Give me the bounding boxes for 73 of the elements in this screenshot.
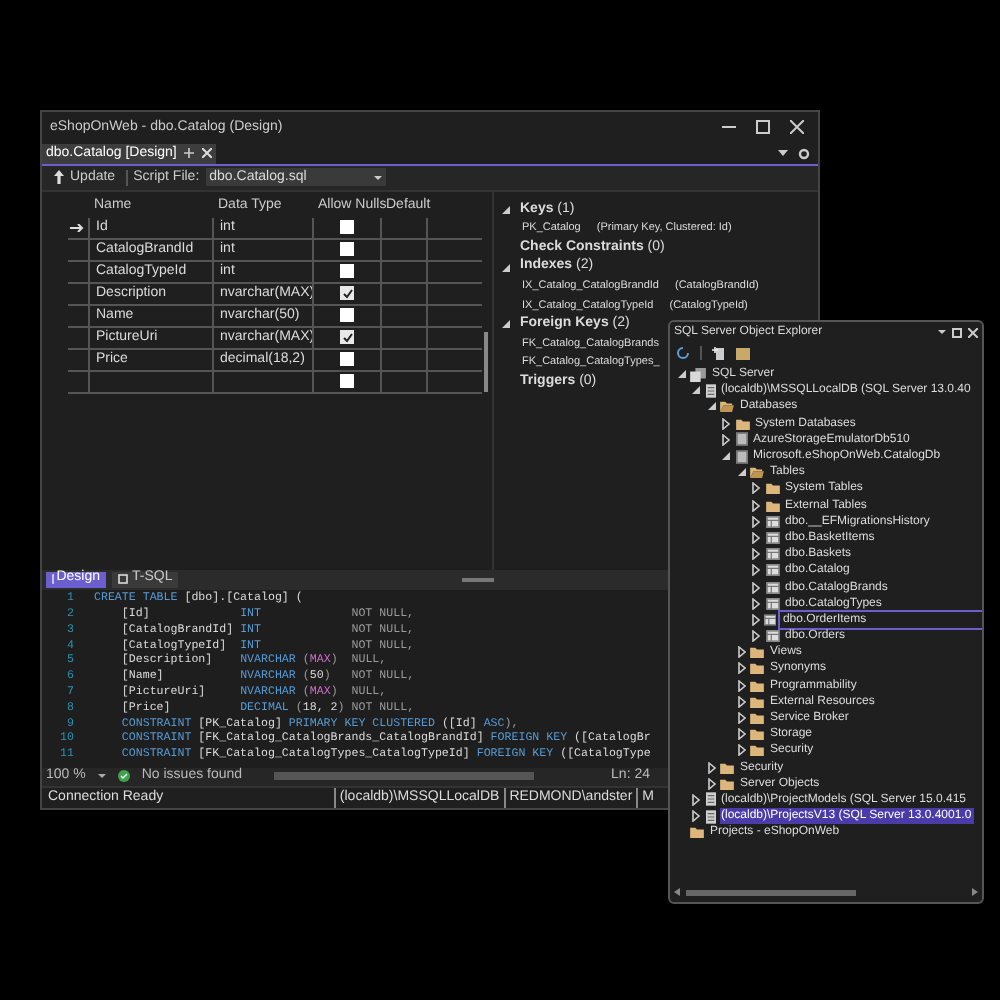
table-icon xyxy=(765,531,779,544)
maximize-icon[interactable] xyxy=(756,120,770,135)
checkbox[interactable] xyxy=(340,374,354,389)
expand-arrow-icon[interactable] xyxy=(737,662,745,675)
expand-arrow-icon[interactable] xyxy=(737,695,745,708)
scroll-right-icon[interactable] xyxy=(972,888,978,896)
expand-arrow-icon[interactable] xyxy=(737,712,745,725)
expand-arrow-icon[interactable] xyxy=(707,761,715,774)
expand-arrow-icon[interactable] xyxy=(752,482,760,495)
table-icon xyxy=(765,630,779,643)
table-icon xyxy=(765,581,779,594)
collapse-arrow-icon[interactable] xyxy=(502,205,510,214)
caret-icon[interactable] xyxy=(938,330,946,334)
close-icon[interactable] xyxy=(968,327,978,337)
expand-arrow-icon[interactable] xyxy=(752,597,760,610)
folder-icon xyxy=(690,826,704,839)
arrow-up-icon xyxy=(54,170,64,185)
caret-icon xyxy=(373,175,382,180)
checkbox[interactable] xyxy=(340,308,354,323)
horizontal-scrollbar[interactable] xyxy=(274,772,535,780)
table-icon xyxy=(765,564,779,577)
expand-arrow-icon[interactable] xyxy=(737,646,745,659)
scrollbar-thumb[interactable] xyxy=(484,331,488,392)
expand-arrow-icon[interactable] xyxy=(751,613,760,626)
checkbox[interactable] xyxy=(340,352,354,367)
folder-icon xyxy=(750,466,764,479)
expand-arrow-icon[interactable] xyxy=(752,499,760,512)
expand-arrow-icon[interactable] xyxy=(737,728,745,741)
expand-arrow-icon[interactable] xyxy=(752,581,760,594)
checkbox[interactable] xyxy=(340,264,354,279)
close-icon[interactable] xyxy=(202,148,213,159)
expand-arrow-icon[interactable] xyxy=(722,433,730,446)
expand-arrow-icon[interactable] xyxy=(737,679,745,692)
expand-arrow-icon[interactable] xyxy=(752,630,760,643)
expand-arrow-icon[interactable] xyxy=(722,417,730,430)
collapse-arrow-icon[interactable] xyxy=(502,320,510,329)
folder-icon xyxy=(720,400,734,413)
caret-icon[interactable] xyxy=(778,150,788,157)
collapse-arrow-icon[interactable] xyxy=(722,452,730,461)
expand-arrow-icon[interactable] xyxy=(752,515,760,528)
expand-arrow-icon[interactable] xyxy=(737,744,745,757)
expand-arrow-icon[interactable] xyxy=(752,531,760,544)
scroll-left-icon[interactable] xyxy=(674,888,680,896)
checkbox[interactable] xyxy=(340,286,354,301)
collapse-arrow-icon[interactable] xyxy=(677,370,685,379)
add-server-icon[interactable] xyxy=(712,346,726,360)
expand-arrow-icon[interactable] xyxy=(752,564,760,577)
checkbox[interactable] xyxy=(340,242,354,257)
pin-icon[interactable] xyxy=(184,148,195,159)
collapse-arrow-icon[interactable] xyxy=(737,468,745,477)
table-icon xyxy=(765,548,779,561)
horizontal-scrollbar[interactable] xyxy=(686,889,856,895)
collapse-arrow-icon[interactable] xyxy=(707,402,715,411)
folder-icon xyxy=(735,417,749,430)
database-icon[interactable] xyxy=(736,346,750,360)
expand-arrow-icon[interactable] xyxy=(692,793,700,806)
maximize-icon[interactable] xyxy=(952,327,962,337)
checkbox[interactable] xyxy=(340,220,354,235)
expand-arrow-icon[interactable] xyxy=(692,810,700,823)
collapse-arrow-icon[interactable] xyxy=(692,386,700,395)
caret-icon[interactable] xyxy=(97,774,106,778)
expand-arrow-icon[interactable] xyxy=(752,548,760,561)
table-icon xyxy=(765,597,779,610)
settings-icon[interactable] xyxy=(798,147,810,160)
table-icon xyxy=(765,515,779,528)
collapse-arrow-icon[interactable] xyxy=(502,263,510,272)
close-icon[interactable] xyxy=(790,120,804,135)
check-circle-icon xyxy=(117,770,130,782)
table-icon xyxy=(764,613,777,626)
checkbox[interactable] xyxy=(340,330,354,345)
expand-arrow-icon[interactable] xyxy=(707,777,715,790)
minimize-icon[interactable] xyxy=(722,126,736,129)
refresh-icon[interactable] xyxy=(676,346,690,360)
